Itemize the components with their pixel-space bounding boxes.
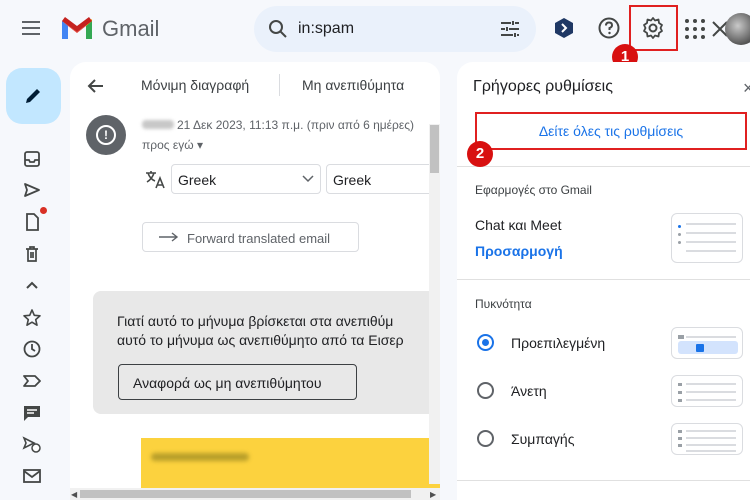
sender-name-redacted [142, 120, 174, 129]
density-heading: Πυκνότητα [475, 297, 532, 311]
spam-notice: Γιατί αυτό το μήνυμα βρίσκεται στα ανεπι… [93, 291, 438, 414]
chevron-down-icon [302, 175, 314, 183]
divider [457, 480, 750, 481]
search-icon[interactable] [266, 17, 290, 41]
sender-avatar: ! [86, 115, 126, 155]
gear-icon[interactable] [641, 16, 665, 40]
step-badge-2: 2 [467, 141, 493, 167]
customize-link[interactable]: Προσαρμογή [475, 243, 563, 259]
quick-settings-panel: Γρήγορες ρυθμίσεις × Δείτε όλες τις ρυθμ… [457, 62, 750, 500]
label-icon[interactable] [22, 371, 42, 391]
inbox-icon[interactable] [22, 149, 42, 169]
warning-icon: ! [96, 125, 116, 145]
chat-icon[interactable] [22, 403, 42, 423]
spam-notice-line1: Γιατί αυτό το μήνυμα βρίσκεται στα ανεπι… [117, 313, 394, 329]
top-bar: Gmail in:spam [0, 0, 750, 58]
extension-icon[interactable] [554, 17, 574, 39]
vertical-scroll-thumb[interactable] [430, 125, 439, 173]
back-arrow-icon[interactable] [86, 76, 106, 96]
chat-meet-label: Chat και Meet [475, 217, 562, 233]
arrow-right-icon [159, 232, 179, 242]
source-language-value: Greek [178, 172, 217, 188]
draft-icon[interactable] [22, 212, 42, 232]
trash-icon[interactable] [22, 244, 42, 264]
density-default-preview [671, 327, 743, 359]
search-input[interactable]: in:spam [298, 20, 354, 38]
divider [457, 279, 750, 280]
apps-heading: Εφαρμογές στο Gmail [475, 183, 592, 197]
report-not-spam-button[interactable]: Αναφορά ως μη ανεπιθύμητου [118, 364, 357, 400]
tune-icon[interactable] [498, 17, 522, 41]
compose-button[interactable] [6, 68, 61, 124]
quick-settings-title: Γρήγορες ρυθμίσεις [473, 78, 613, 95]
search-bar[interactable]: in:spam [254, 6, 728, 52]
chat-meet-preview [671, 213, 743, 263]
radio-comfortable[interactable] [477, 382, 494, 399]
send-icon[interactable] [22, 180, 42, 200]
brand-name: Gmail [102, 16, 160, 41]
see-all-settings-button[interactable]: Δείτε όλες τις ρυθμίσεις [477, 114, 745, 148]
not-spam-button[interactable]: Μη ανεπιθύμητα [302, 77, 404, 93]
density-comfortable-preview [671, 375, 743, 407]
apps-icon[interactable] [684, 18, 706, 40]
banner-url-redacted [151, 453, 249, 461]
vertical-scrollbar[interactable] [429, 124, 440, 484]
scroll-right-icon[interactable]: ▶ [430, 490, 436, 499]
spam-notice-line2: αυτό το μήνυμα ως ανεπιθύμητο από τα Εισ… [117, 332, 404, 348]
star-icon[interactable] [22, 308, 42, 328]
horizontal-scroll-thumb[interactable] [80, 490, 411, 498]
menu-icon[interactable] [18, 18, 48, 40]
density-comfortable-label[interactable]: Άνετη [511, 383, 547, 399]
help-icon[interactable] [597, 16, 621, 40]
close-icon[interactable]: × [743, 78, 750, 99]
gmail-logo[interactable] [60, 15, 94, 41]
recipient-details[interactable]: προς εγώ ▾ [142, 138, 203, 152]
scroll-left-icon[interactable]: ◀ [71, 490, 77, 499]
see-all-settings-highlight: Δείτε όλες τις ρυθμίσεις [475, 112, 747, 150]
radio-default[interactable] [477, 334, 494, 351]
target-language-value: Greek [333, 172, 372, 188]
source-language-select[interactable]: Greek [171, 164, 321, 194]
mail-icon[interactable] [22, 466, 42, 486]
message-pane: Μόνιμη διαγραφή Μη ανεπιθύμητα ! 21 Δεκ … [70, 62, 440, 500]
toolbar-divider [279, 74, 280, 96]
avatar[interactable] [725, 13, 750, 45]
message-date: 21 Δεκ 2023, 11:13 π.μ. (πριν από 6 ημέρ… [177, 118, 414, 132]
chevron-up-icon[interactable] [22, 276, 42, 296]
forward-translated-label: Forward translated email [187, 231, 331, 246]
horizontal-scrollbar[interactable]: ◀ ▶ [70, 488, 440, 500]
clock-icon[interactable] [22, 339, 42, 359]
divider [457, 166, 750, 167]
density-compact-label[interactable]: Συμπαγής [511, 431, 574, 447]
radio-compact[interactable] [477, 430, 494, 447]
draft-notification-dot [40, 207, 47, 214]
target-language-select[interactable]: Greek [326, 164, 440, 194]
density-compact-preview [671, 423, 743, 455]
scheduled-icon[interactable] [22, 434, 42, 454]
delete-forever-button[interactable]: Μόνιμη διαγραφή [141, 77, 249, 93]
translate-icon [146, 171, 165, 189]
forward-translated-button[interactable]: Forward translated email [142, 222, 359, 252]
density-default-label[interactable]: Προεπιλεγμένη [511, 335, 605, 351]
compose-pencil-icon [26, 89, 40, 103]
